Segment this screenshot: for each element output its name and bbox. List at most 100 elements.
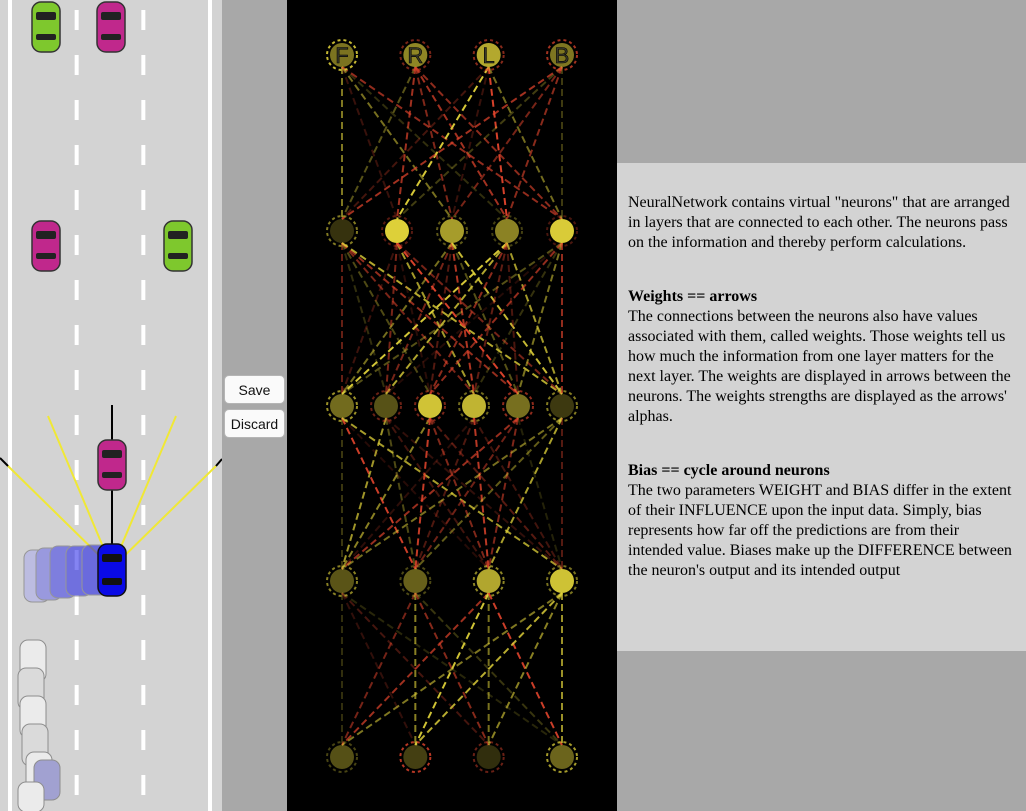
traffic-car-green: [31, 1, 61, 53]
lane-dash: [141, 325, 146, 345]
lane-dash: [141, 550, 146, 570]
neuron: [436, 215, 468, 247]
weights-section: Weights == arrows The connections betwee…: [628, 287, 1018, 427]
lane-dash: [74, 280, 79, 300]
weight-arrow: [341, 66, 417, 220]
neuron: [472, 565, 505, 597]
weights-title: Weights == arrows: [628, 288, 758, 305]
lane-dash: [74, 685, 79, 705]
lane-dash: [141, 460, 146, 480]
weight-arrow: [414, 66, 508, 220]
neuron: [326, 565, 358, 597]
neuron: F: [326, 39, 358, 71]
weight-arrow: [473, 417, 563, 570]
lane-dash: [74, 505, 79, 525]
weight-arrow: [396, 66, 417, 220]
neuron: [546, 741, 578, 773]
weight-arrow: [341, 417, 475, 570]
neuron: R: [399, 39, 432, 71]
save-button[interactable]: Save: [224, 375, 285, 404]
lane-dash: [74, 775, 79, 795]
weight-arrow: [506, 242, 519, 395]
bias-text: The two parameters WEIGHT and BIAS diffe…: [628, 482, 1012, 579]
weight-arrow: [451, 242, 563, 395]
lane-dash: [74, 55, 79, 75]
neuron-body: [403, 569, 428, 593]
neuron: [472, 741, 505, 773]
neuron-body: [385, 219, 409, 243]
neuron: [414, 390, 446, 422]
lane-dash: [74, 730, 79, 750]
neuron-body: [440, 219, 464, 243]
neuron-layers: FRLB: [326, 39, 578, 773]
neuron-body: [550, 745, 574, 769]
lane-dash: [141, 685, 146, 705]
weight-arrow: [341, 592, 563, 746]
lane-dash: [74, 370, 79, 390]
weight-arrow: [429, 417, 563, 570]
road-canvas: [0, 0, 222, 811]
lane-dash: [74, 415, 79, 435]
lane-dash: [141, 190, 146, 210]
neuron-body: [330, 745, 354, 769]
weight-arrow: [487, 66, 508, 220]
lane-dash: [74, 325, 79, 345]
weight-arrow: [396, 242, 563, 395]
weight-arrow: [396, 66, 490, 220]
traffic-car-pink: [96, 1, 126, 53]
info-panel: NeuralNetwork contains virtual "neurons"…: [617, 163, 1026, 651]
weight-arrow: [414, 417, 475, 570]
lane-dash: [141, 640, 146, 660]
intro-text: NeuralNetwork contains virtual "neurons"…: [628, 194, 1010, 251]
neuron-body: [418, 394, 442, 418]
weight-arrow: [385, 242, 563, 395]
road-edge-right: [208, 0, 212, 811]
weight-arrow: [341, 242, 519, 395]
neuron: [381, 215, 413, 247]
weight-arrow: [341, 242, 453, 395]
neuron-body: [476, 569, 501, 593]
ghost-car: [17, 781, 45, 811]
weight-arrow: [487, 66, 563, 220]
weight-arrow: [341, 242, 431, 395]
lane-dash: [141, 100, 146, 120]
lane-dash: [141, 235, 146, 255]
neuron: [399, 741, 432, 773]
neuron-body: [495, 219, 519, 243]
output-label: R: [407, 43, 423, 68]
weight-arrow: [385, 242, 508, 395]
weight-arrow: [341, 66, 490, 220]
output-label: B: [555, 43, 570, 68]
traffic-car-green: [163, 220, 193, 272]
neuron: [546, 565, 578, 597]
neuron: B: [546, 39, 578, 71]
network-visualizer: FRLB: [287, 0, 617, 811]
neuron-body: [476, 745, 501, 769]
neuron-body: [550, 394, 574, 418]
lane-dash: [74, 235, 79, 255]
discard-button[interactable]: Discard: [224, 409, 285, 438]
lane-dash: [74, 460, 79, 480]
neuron: [502, 390, 534, 422]
neuron-body: [550, 219, 574, 243]
neuron: L: [472, 39, 505, 71]
weight-arrow: [341, 66, 398, 220]
lane-dash: [141, 55, 146, 75]
road-edge-left: [8, 0, 12, 811]
output-label: L: [483, 43, 495, 68]
weight-arrow: [414, 66, 563, 220]
lane-dash: [141, 280, 146, 300]
neuron: [326, 390, 358, 422]
neuron: [458, 390, 490, 422]
weight-arrow: [506, 66, 563, 220]
neuron-body: [403, 745, 428, 769]
output-label: F: [335, 43, 348, 68]
neuron-body: [330, 569, 354, 593]
weight-arrow: [517, 242, 563, 395]
neuron: [326, 215, 358, 247]
neuron-body: [330, 219, 354, 243]
neuron-body: [506, 394, 530, 418]
traffic-car-pink: [97, 439, 127, 491]
lane-dash: [141, 505, 146, 525]
lane-dash: [141, 775, 146, 795]
